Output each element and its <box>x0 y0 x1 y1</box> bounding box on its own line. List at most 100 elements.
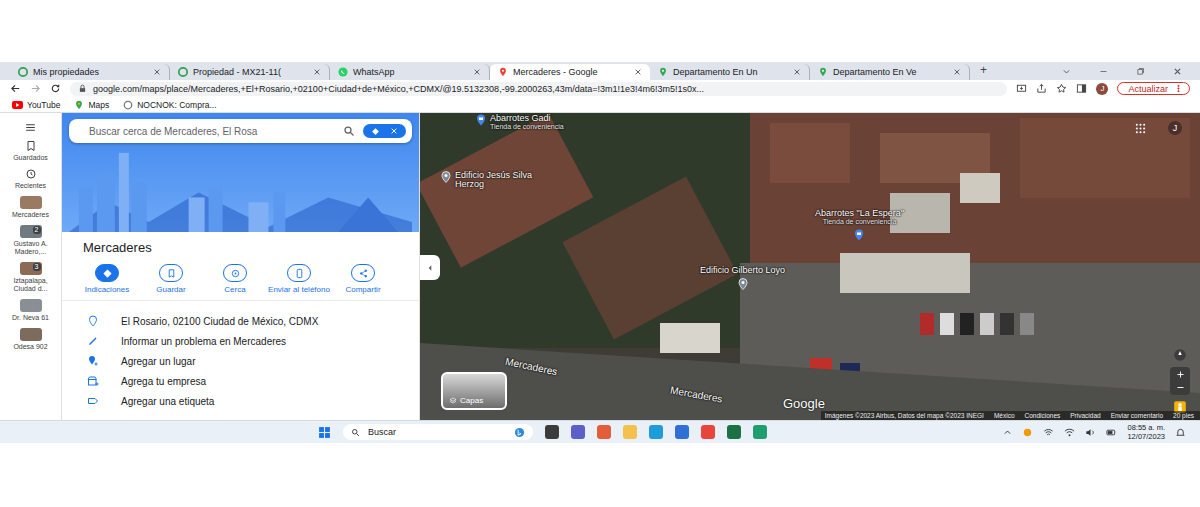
action-button[interactable]: Cerca <box>204 264 266 294</box>
rail-item[interactable]: Dr. Neva 61 <box>2 299 60 322</box>
notifications-icon[interactable] <box>1175 427 1186 438</box>
tray-chevron-icon[interactable] <box>1003 428 1012 437</box>
task-view-icon[interactable] <box>545 425 559 439</box>
search-field[interactable]: Buscar cerca de Mercaderes, El Rosa <box>69 119 412 143</box>
close-tab-icon[interactable] <box>153 68 161 76</box>
chrome-icon[interactable] <box>701 425 715 439</box>
new-tab-button[interactable]: + <box>970 63 997 79</box>
tray-app-icon[interactable] <box>1022 427 1033 438</box>
rail-item[interactable]: 3Iztapalapa, Ciudad d... <box>2 262 60 293</box>
windows-start-icon[interactable] <box>318 426 331 439</box>
map-pin[interactable]: Edificio Jesús Silva Herzog <box>440 171 535 189</box>
rail-item[interactable]: 2Gustavo A. Madero,... <box>2 225 60 256</box>
action-button[interactable]: Compartir <box>332 264 394 294</box>
rail-item[interactable]: Recientes <box>2 168 60 190</box>
collapse-icon <box>426 264 434 272</box>
clear-search-icon[interactable] <box>390 127 398 135</box>
browser-tab[interactable]: Departamento En Ve <box>810 64 970 80</box>
map-pin[interactable]: Abarrotes "La Espera"Tienda de convenien… <box>815 209 904 241</box>
apps-grid-icon[interactable] <box>1135 123 1146 134</box>
rail-item[interactable]: Guardados <box>2 140 60 162</box>
bookmark[interactable]: NOCNOK: Compra... <box>123 100 216 110</box>
file-explorer-icon[interactable] <box>623 425 637 439</box>
place-thumbnail <box>20 196 42 209</box>
rail-item[interactable]: Mercaderes <box>2 196 60 219</box>
bookmark[interactable]: YouTube <box>12 100 60 110</box>
collapse-panel-button[interactable] <box>420 255 440 280</box>
app-icon[interactable] <box>753 425 767 439</box>
action-circle <box>159 264 183 282</box>
info-row[interactable]: Agrega tu empresa <box>62 371 419 391</box>
forward-icon[interactable] <box>30 83 41 94</box>
attribution-item[interactable]: México <box>994 412 1015 419</box>
close-tab-icon[interactable] <box>634 68 642 76</box>
attribution-item[interactable]: Privacidad <box>1070 412 1100 419</box>
close-tab-icon[interactable] <box>793 68 801 76</box>
compass-icon[interactable] <box>1173 348 1187 362</box>
browser-tab[interactable]: Propiedad - MX21-11( <box>170 64 330 80</box>
close-tab-icon[interactable] <box>953 68 961 76</box>
menu-icon[interactable] <box>24 121 37 134</box>
profile-avatar[interactable]: J <box>1096 83 1108 95</box>
info-row[interactable]: Agregar una etiqueta <box>62 391 419 411</box>
bookmark[interactable]: Maps <box>74 100 109 110</box>
close-tab-icon[interactable] <box>473 68 481 76</box>
tab-label: Departamento En Ve <box>833 67 948 77</box>
share-page-icon[interactable] <box>1036 83 1047 94</box>
top-margin <box>0 0 1200 62</box>
back-icon[interactable] <box>10 83 21 94</box>
store-icon[interactable] <box>675 425 689 439</box>
attribution-item[interactable]: Condiciones <box>1025 412 1061 419</box>
star-icon[interactable] <box>1056 83 1067 94</box>
update-button[interactable]: Actualizar <box>1117 82 1190 95</box>
wifi-icon[interactable] <box>1064 427 1075 438</box>
attribution-item[interactable]: 20 pies <box>1173 412 1194 419</box>
action-button[interactable]: Enviar al teléfono <box>268 264 330 294</box>
map-profile-avatar[interactable]: J <box>1168 121 1182 135</box>
zoom-in-icon[interactable] <box>1176 370 1185 379</box>
browser-tab[interactable]: Departamento En Un <box>650 64 810 80</box>
browser-tab[interactable]: WhatsApp <box>330 64 490 80</box>
save-icon <box>166 268 177 279</box>
info-row[interactable]: Informar un problema en Mercaderes <box>62 331 419 351</box>
search-icon[interactable] <box>343 125 355 137</box>
info-row[interactable]: El Rosario, 02100 Ciudad de México, CDMX <box>62 311 419 331</box>
close-window-icon[interactable] <box>1173 67 1182 76</box>
map-pin[interactable]: Edificio Gilberto Loyo <box>700 266 785 290</box>
browser-tab[interactable]: Mercaderes - Google <box>490 64 650 80</box>
map-pin[interactable]: Abarrotes GadiTienda de conveniencia <box>475 114 564 131</box>
clock[interactable]: 08:55 a. m.12/07/2023 <box>1127 423 1165 441</box>
side-panel-icon[interactable] <box>1076 83 1087 94</box>
tab-search-icon[interactable] <box>1062 67 1071 76</box>
attribution-item[interactable]: Enviar comentario <box>1111 412 1163 419</box>
snipping-tool-icon[interactable] <box>597 425 611 439</box>
phone-icon <box>294 268 305 279</box>
action-button[interactable]: Guardar <box>140 264 202 294</box>
volume-icon[interactable] <box>1085 427 1096 438</box>
store-pin-icon <box>853 229 865 241</box>
excel-icon[interactable] <box>727 425 741 439</box>
battery-icon[interactable] <box>1106 427 1117 438</box>
teams-icon[interactable] <box>571 425 585 439</box>
directions-toggle[interactable] <box>363 124 406 138</box>
install-icon[interactable] <box>1016 83 1027 94</box>
rail-item[interactable]: Odesa 902 <box>2 328 60 351</box>
satellite-map[interactable]: Abarrotes GadiTienda de conveniencia Edif… <box>420 113 1200 420</box>
zoom-box <box>1170 367 1190 395</box>
minimize-icon[interactable] <box>1099 67 1108 76</box>
restore-icon[interactable] <box>1136 67 1145 76</box>
zoom-out-icon[interactable] <box>1176 383 1185 392</box>
maps-pin-icon <box>498 67 508 77</box>
edge-icon[interactable] <box>649 425 663 439</box>
layers-button[interactable]: Capas <box>441 372 507 410</box>
taskbar-search[interactable]: Buscar <box>343 424 533 440</box>
action-button[interactable]: Indicaciones <box>76 264 138 294</box>
tab-label: Mis propiedades <box>33 67 148 77</box>
reload-icon[interactable] <box>50 83 61 94</box>
url-field[interactable]: google.com/maps/place/Mercaderes,+El+Ros… <box>70 82 1007 96</box>
info-row[interactable]: Agregar un lugar <box>62 351 419 371</box>
browser-tab[interactable]: Mis propiedades <box>10 64 170 80</box>
close-tab-icon[interactable] <box>313 68 321 76</box>
network-icon[interactable] <box>1043 427 1054 438</box>
address-bar: google.com/maps/place/Mercaderes,+El+Ros… <box>0 80 1200 97</box>
